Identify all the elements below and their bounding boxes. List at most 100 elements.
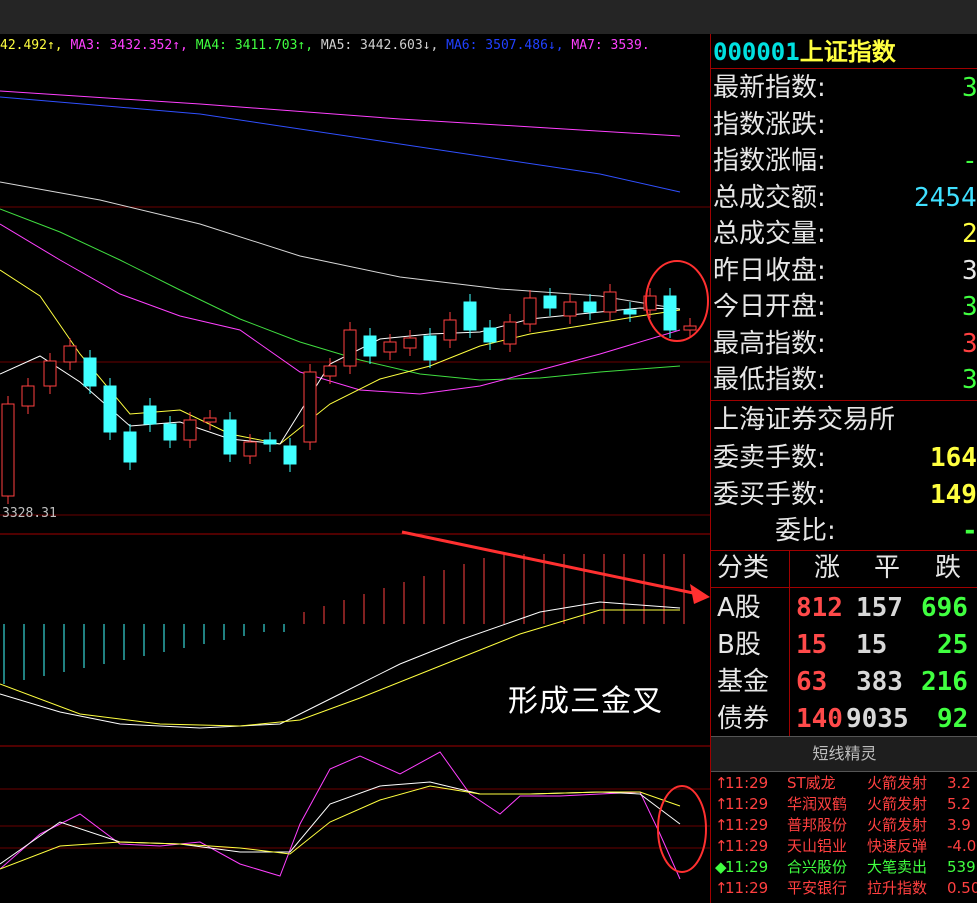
quote-row-value: 2 xyxy=(962,219,977,249)
jingling-stock: 华润双鹤 xyxy=(787,795,848,813)
stats-up-value: 812 xyxy=(796,593,843,623)
jingling-time: 11:29 xyxy=(725,837,769,855)
candle-body xyxy=(403,337,417,349)
stats-header-up: 涨 xyxy=(814,553,841,583)
kdj-d-line xyxy=(0,785,681,870)
quote-row-label: 最新指数: xyxy=(713,73,826,103)
quote-row-value: 3 xyxy=(962,292,977,322)
candle-body xyxy=(243,441,257,457)
candle-body xyxy=(263,439,277,445)
arrow-head xyxy=(690,584,710,604)
quote-row-label: 总成交量: xyxy=(713,219,826,249)
stats-up-value: 140 xyxy=(796,704,843,734)
ma2-line xyxy=(0,269,681,445)
candle-body xyxy=(63,345,77,363)
jingling-value: 0.50 xyxy=(947,879,977,897)
order-row-value: - xyxy=(962,516,977,546)
quote-row-value: - xyxy=(962,146,977,176)
jingling-event: 火箭发射 xyxy=(867,795,928,813)
ma-legend-item: MA4: 3411.703↑, xyxy=(195,38,321,53)
jingling-header[interactable]: 短线精灵 xyxy=(711,736,977,772)
jingling-value: -4.0 xyxy=(947,837,977,855)
stats-down-value: 216 xyxy=(921,667,968,697)
quote-row: 昨日收盘: 3 xyxy=(713,253,977,289)
index-title[interactable]: 000001上证指数 xyxy=(713,36,896,68)
exchange-label: 上海证券交易所 xyxy=(713,405,896,435)
jingling-event: 拉升指数 xyxy=(867,879,928,897)
stats-flat-value: 383 xyxy=(856,667,903,697)
candle-body xyxy=(483,327,497,343)
quote-row: 指数涨跌: xyxy=(713,107,977,143)
candle-body xyxy=(143,405,157,425)
ma-legend-item: MA7: 3539. xyxy=(571,38,650,53)
stats-down-value: 92 xyxy=(937,704,969,734)
jingling-stock: 合兴股份 xyxy=(787,858,848,876)
kdj-j-line xyxy=(0,751,681,880)
order-row: 委买手数: 149 xyxy=(713,477,977,513)
jingling-time: 11:29 xyxy=(725,879,769,897)
jingling-time: 11:29 xyxy=(725,816,769,834)
order-row-label: 委买手数: xyxy=(713,479,826,510)
window-top-bar xyxy=(0,0,977,35)
candle-body xyxy=(43,360,57,387)
quote-row-label: 今日开盘: xyxy=(713,292,826,322)
stats-up-value: 15 xyxy=(796,630,828,660)
jingling-stock: 天山铝业 xyxy=(787,837,848,855)
candle-body xyxy=(363,335,377,357)
ma3-line xyxy=(0,223,681,395)
divider xyxy=(711,587,977,588)
candle-body xyxy=(323,365,337,377)
candle-body xyxy=(383,341,397,353)
jingling-value: 539 xyxy=(947,858,976,876)
candle-body xyxy=(603,291,617,313)
candle-body xyxy=(583,301,597,313)
jingling-value: 3.9 xyxy=(947,816,971,834)
stats-down-value: 696 xyxy=(921,593,968,623)
ma-legend-item: MA3: 3432.352↑, xyxy=(70,38,196,53)
stats-row-label: 债券 xyxy=(717,704,770,734)
ma1-line xyxy=(0,307,681,445)
candle-body xyxy=(343,329,357,367)
jingling-event: 快速反弹 xyxy=(867,837,928,855)
quote-row-label: 总成交额: xyxy=(713,182,826,213)
ma7-line xyxy=(0,90,681,137)
candle-body xyxy=(523,297,537,325)
quote-row: 最高指数: 3 xyxy=(713,326,977,362)
stats-flat-value: 15 xyxy=(856,630,888,660)
candle-body xyxy=(443,319,457,341)
ma-legend-item: 42.492↑, xyxy=(0,38,71,53)
quote-row-label: 昨日收盘: xyxy=(713,255,826,286)
jingling-event: 火箭发射 xyxy=(867,774,928,792)
quote-row-value: 3 xyxy=(962,365,977,395)
jingling-event: 火箭发射 xyxy=(867,816,928,834)
candle-body xyxy=(423,335,437,361)
kline-chart-svg[interactable] xyxy=(0,34,710,903)
candle-body xyxy=(223,419,237,455)
stats-header-flat: 平 xyxy=(874,553,901,583)
order-row: 委比: - xyxy=(713,513,977,549)
stats-header-category: 分类 xyxy=(717,553,770,583)
quote-row-value: 3 xyxy=(962,255,977,286)
quote-row-value: 3 xyxy=(962,73,977,103)
kdj-k-line xyxy=(0,781,681,865)
quote-row: 指数涨幅: - xyxy=(713,143,977,179)
candle-body xyxy=(283,445,297,465)
divider xyxy=(711,400,977,401)
quote-row-value: 2454 xyxy=(914,182,977,213)
divider xyxy=(789,550,790,736)
jingling-time: 11:29 xyxy=(725,858,769,876)
stats-down-value: 25 xyxy=(937,630,969,660)
ma5-line xyxy=(0,181,681,310)
candle-body xyxy=(663,295,677,331)
ma-legend-item: MA5: 3442.603↓, xyxy=(320,38,447,53)
chart-low-label: 3328.31 xyxy=(2,506,57,521)
order-row-value: 164 xyxy=(930,443,977,473)
kline-chart-area[interactable] xyxy=(0,34,710,903)
candle-body xyxy=(203,417,217,423)
quote-row-value: 3 xyxy=(962,328,977,359)
candle-body xyxy=(123,431,137,463)
candle-body xyxy=(83,357,97,387)
quote-row: 今日开盘: 3 xyxy=(713,289,977,325)
quote-row: 最低指数: 3 xyxy=(713,362,977,398)
quote-row-label: 最高指数: xyxy=(713,328,826,359)
